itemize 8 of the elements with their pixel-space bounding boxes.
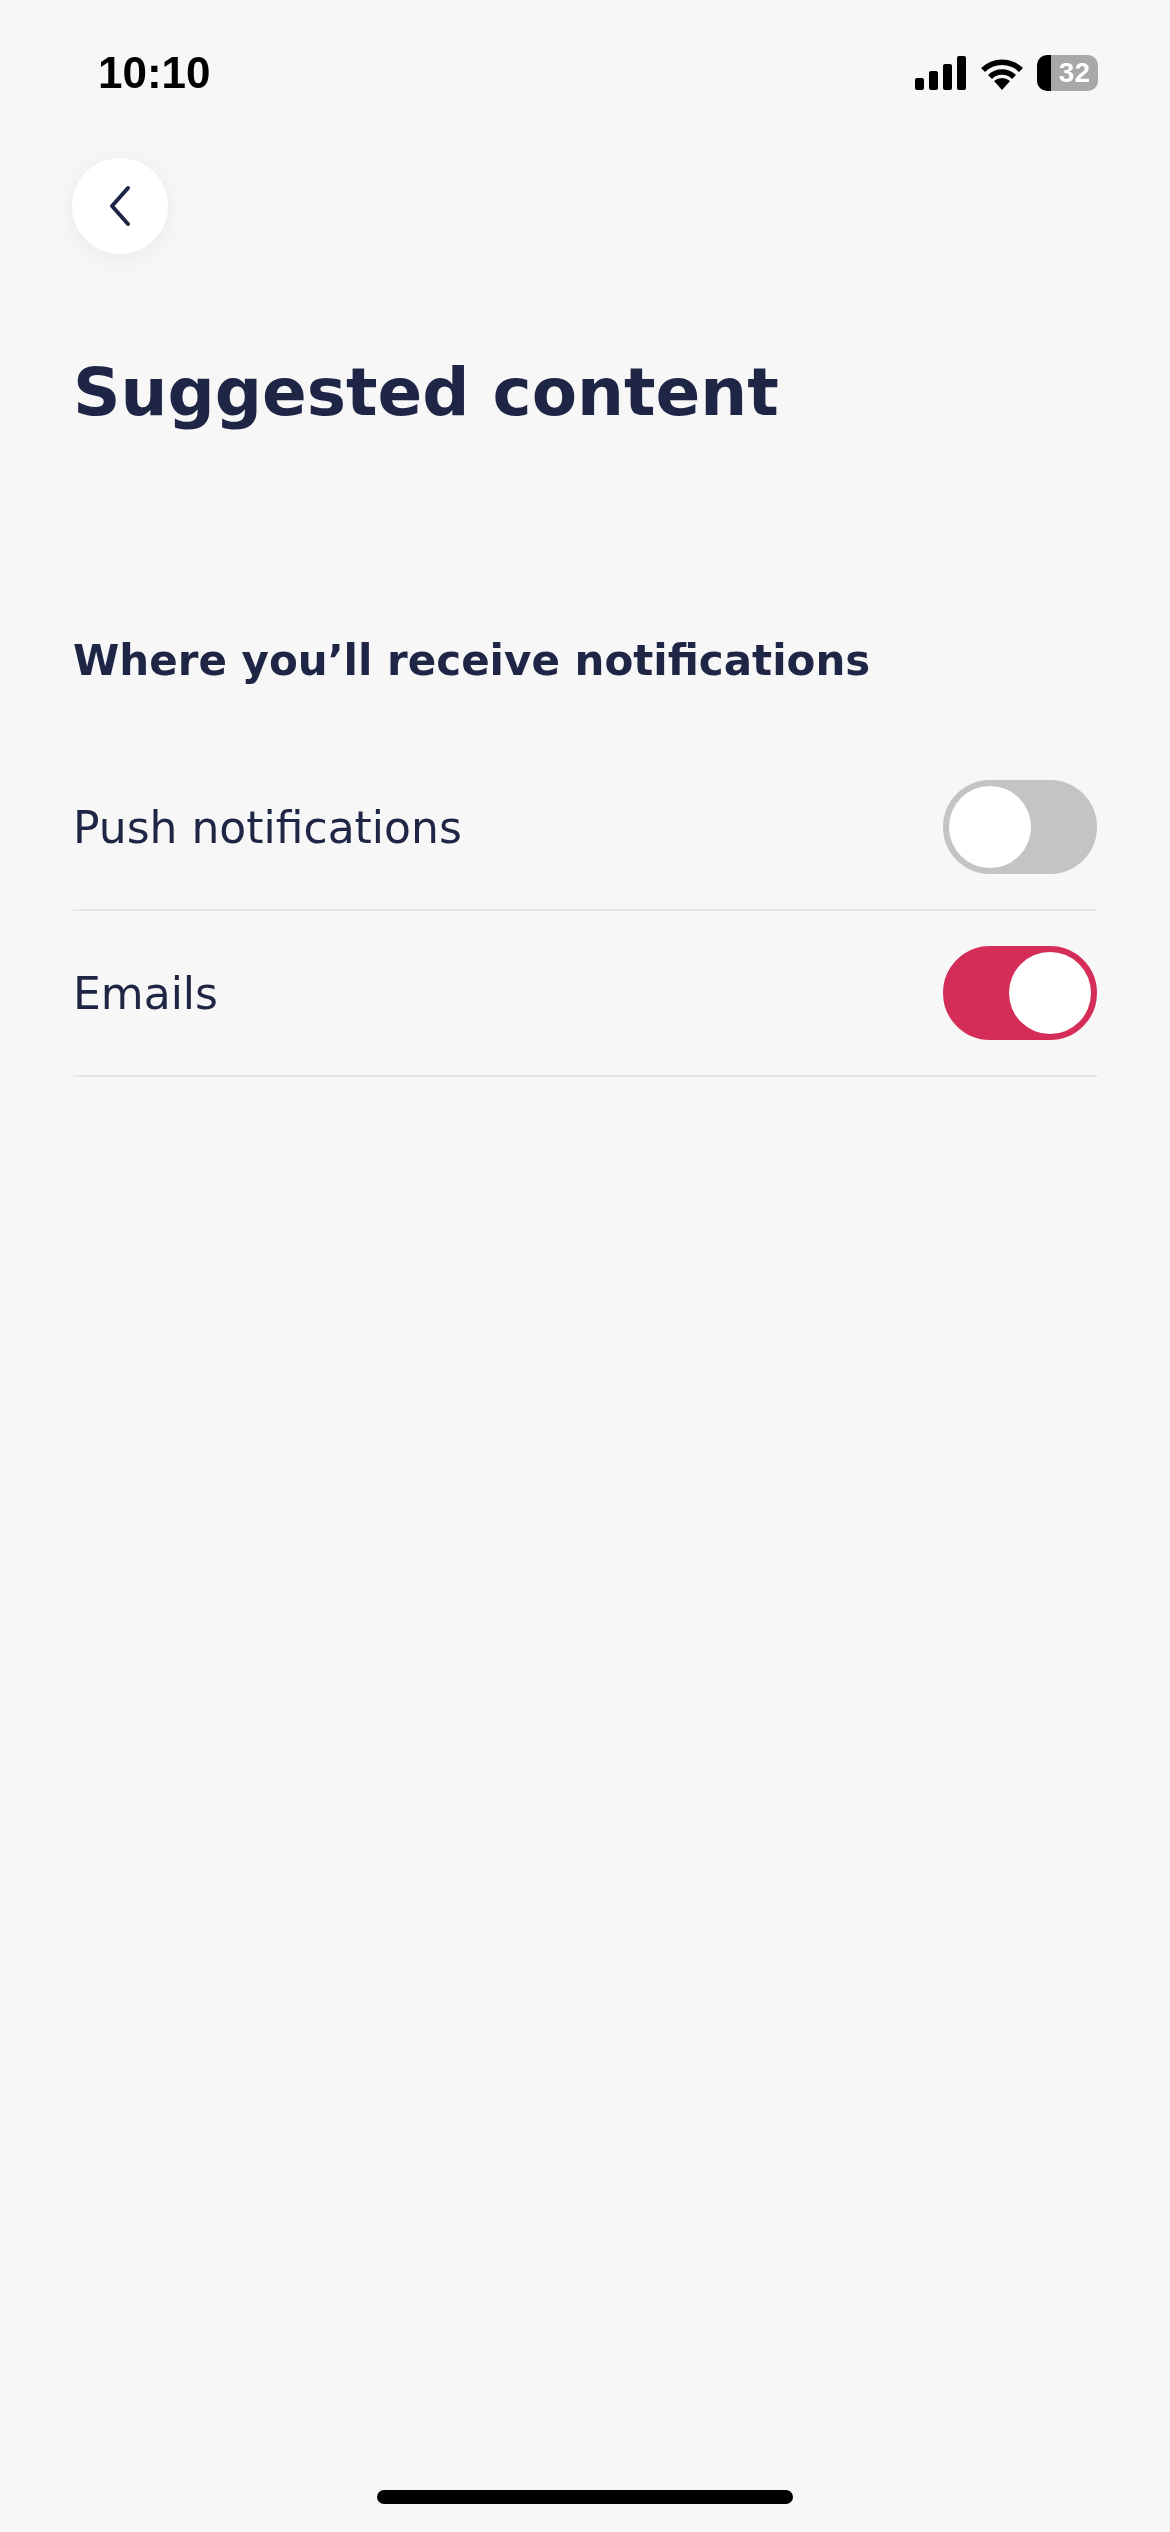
- signal-icon: [914, 56, 967, 90]
- battery-level: 32: [1036, 55, 1098, 91]
- page-title: Suggested content: [73, 354, 780, 431]
- setting-label: Emails: [73, 967, 218, 1019]
- back-icon: [108, 185, 132, 227]
- status-time: 10:10: [98, 48, 211, 98]
- setting-label: Push notifications: [73, 801, 462, 853]
- section-heading: Where you’ll receive notifications: [73, 636, 872, 685]
